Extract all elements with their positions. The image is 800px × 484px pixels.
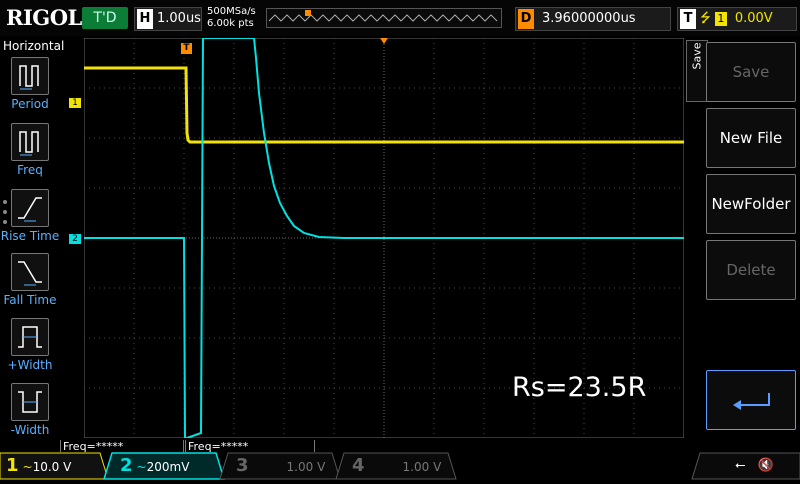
measure-fall-time-button[interactable]: Fall Time: [0, 253, 60, 307]
timebase-value: 1.00us: [157, 11, 201, 26]
annotation-label: Rs=23.5R: [512, 372, 647, 403]
measure-period-button[interactable]: Period: [0, 57, 60, 111]
memory-overview-waveform-icon: [268, 10, 498, 22]
trigger-readout[interactable]: T ⭍ 1 0.00V: [677, 7, 797, 31]
period-icon: [11, 57, 49, 95]
pos-width-label: +Width: [7, 358, 53, 372]
trigger-position-marker[interactable]: T: [181, 43, 192, 54]
delay-value: 3.96000000us: [542, 11, 636, 26]
top-status-bar: RIGOL T'D H 1.00us 500MSa/s 6.00k pts D 3.…: [0, 0, 800, 36]
horizontal-key: H: [137, 9, 153, 29]
trigger-level: 0.00V: [734, 11, 773, 26]
save-menu-tab[interactable]: Save: [686, 40, 708, 102]
new-file-button[interactable]: New File: [706, 108, 796, 168]
new-folder-button[interactable]: NewFolder: [706, 174, 796, 234]
freq-label: Freq: [17, 163, 43, 177]
ch2-number: 2: [120, 455, 133, 476]
ch2-scale: 200mV: [146, 460, 190, 474]
save-tab-label: Save: [690, 42, 704, 70]
timebase-readout[interactable]: H 1.00us: [134, 7, 202, 31]
usb-status: ⭠ 🔇: [735, 458, 774, 473]
ch2-status[interactable]: 2 ~200mV: [120, 452, 189, 480]
speaker-muted-icon: 🔇: [757, 458, 774, 473]
delay-key: D: [518, 9, 534, 29]
measure-pos-width-button[interactable]: +Width: [0, 318, 60, 372]
ch1-status[interactable]: 1 ~10.0 V: [6, 452, 71, 480]
neg-width-icon: [11, 383, 49, 421]
menu-title: Horizontal: [3, 39, 65, 53]
ch2-coupling-icon: ~: [136, 460, 147, 474]
fall-time-icon: [11, 253, 49, 291]
delay-readout[interactable]: D 3.96000000us: [515, 7, 671, 31]
delete-button[interactable]: Delete: [706, 240, 796, 300]
fall-time-label: Fall Time: [3, 293, 57, 307]
ch4-scale: 1.00 V: [402, 460, 442, 474]
measure-rise-time-button[interactable]: Rise Time: [0, 189, 60, 243]
back-button[interactable]: [706, 370, 796, 430]
brand-logo: RIGOL: [6, 5, 82, 30]
sample-rate: 500MSa/s: [207, 6, 256, 17]
ch1-coupling-icon: ~: [22, 460, 33, 474]
ch4-status[interactable]: 4 1.00 V: [352, 452, 441, 480]
ch1-number: 1: [6, 455, 19, 476]
save-button[interactable]: Save: [706, 42, 796, 102]
rise-time-label: Rise Time: [0, 229, 60, 243]
ch3-status[interactable]: 3 1.00 V: [236, 452, 325, 480]
ch4-number: 4: [352, 455, 365, 476]
period-label: Period: [11, 97, 49, 111]
ch3-scale: 1.00 V: [286, 460, 326, 474]
ch1-offset-marker[interactable]: 1: [69, 98, 81, 108]
usb-icon: ⭠: [735, 458, 746, 473]
falling-edge-icon: ⭍: [700, 11, 711, 26]
rise-time-icon: [11, 189, 49, 227]
freq-icon: [11, 123, 49, 161]
memory-overview-strip: [266, 8, 502, 28]
trigger-key: T: [680, 9, 696, 29]
measure-neg-width-button[interactable]: -Width: [0, 383, 60, 437]
measure-freq-button[interactable]: Freq: [0, 123, 60, 177]
ch2-offset-marker[interactable]: 2: [69, 234, 81, 244]
return-arrow-icon: [733, 393, 770, 410]
memory-depth: 6.00k pts: [207, 18, 254, 29]
acquisition-info: 500MSa/s 6.00k pts: [207, 6, 256, 30]
neg-width-label: -Width: [10, 423, 50, 437]
run-status-badge[interactable]: T'D: [82, 7, 128, 29]
ch3-number: 3: [236, 455, 249, 476]
trigger-channel: 1: [714, 12, 727, 26]
pos-width-icon: [11, 318, 49, 356]
ch1-scale: 10.0 V: [32, 460, 72, 474]
